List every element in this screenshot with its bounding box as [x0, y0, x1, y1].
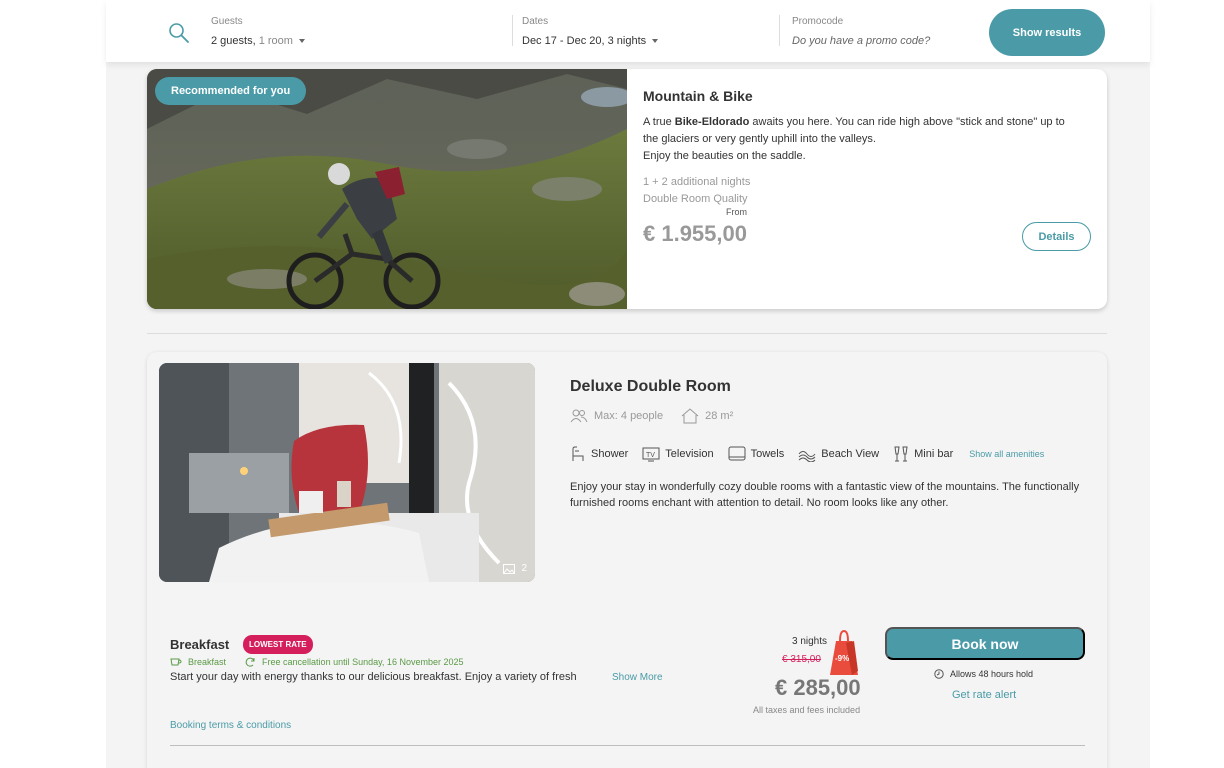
promo-label: Promocode	[792, 16, 844, 27]
search-bar: Guests 2 guests, 1 room Dates Dec 17 - D…	[106, 0, 1150, 62]
package-title: Mountain & Bike	[643, 88, 753, 104]
refresh-icon	[245, 657, 255, 667]
divider	[512, 15, 513, 46]
room-title: Deluxe Double Room	[570, 378, 731, 395]
hold-note: Allows 48 hours hold	[934, 669, 1033, 679]
search-icon[interactable]	[168, 22, 190, 44]
dates-field[interactable]: Dates Dec 17 - Dec 20, 3 nights	[522, 16, 659, 49]
room-image[interactable]: 2	[159, 363, 535, 582]
max-people: Max: 4 people	[570, 409, 663, 423]
package-room-quality: Double Room Quality	[643, 193, 748, 205]
rate-title: Breakfast	[170, 637, 230, 652]
price-from-label: From	[726, 207, 747, 217]
guests-value[interactable]: 2 guests, 1 room	[211, 35, 305, 47]
amenity-label: Towels	[750, 448, 785, 460]
desc-line2: Enjoy the beauties on the saddle.	[643, 150, 806, 162]
cup-icon	[170, 658, 182, 666]
room-stats: Max: 4 people 28 m²	[570, 408, 733, 424]
package-card: Recommended for you Mountain & Bike A tr…	[147, 69, 1107, 309]
section-divider	[147, 333, 1107, 334]
recommended-badge: Recommended for you	[155, 77, 307, 105]
book-now-button[interactable]: Book now	[885, 627, 1085, 660]
chevron-down-icon	[298, 39, 305, 44]
amenities-list: Shower TV Television Towels Beach View M…	[570, 446, 1044, 462]
rate-nights: 3 nights	[792, 636, 828, 647]
sale-tag-icon: -9%	[830, 629, 858, 675]
discount-label: -9%	[835, 654, 849, 663]
room-size: 28 m²	[681, 408, 733, 424]
amenity-towels: Towels	[728, 446, 785, 462]
package-meta: 1 + 2 additional nights Double Room Qual…	[643, 174, 750, 208]
amenity-label: Shower	[591, 448, 629, 460]
rate-price: € 285,00	[775, 675, 861, 700]
board-tag: Breakfast	[170, 657, 226, 667]
package-description: A true Bike-Eldorado awaits you here. Yo…	[643, 114, 1083, 165]
package-nights: 1 + 2 additional nights	[643, 176, 751, 188]
show-all-amenities-link[interactable]: Show all amenities	[969, 449, 1044, 459]
details-button[interactable]: Details	[1022, 222, 1091, 251]
hold-text: Allows 48 hours hold	[950, 669, 1034, 679]
towels-icon	[728, 446, 746, 461]
desc-prefix: A true	[643, 116, 675, 128]
old-price: € 315,00	[782, 654, 821, 665]
room-size-text: 28 m²	[705, 410, 734, 422]
house-icon	[681, 408, 699, 424]
gallery-count[interactable]: 2	[503, 563, 527, 574]
svg-text:TV: TV	[646, 452, 655, 459]
shower-icon	[572, 446, 584, 461]
people-icon	[570, 409, 588, 423]
guests-count: 2 guests,	[211, 35, 256, 47]
divider	[779, 15, 780, 46]
cancellation-tag-text: Free cancellation until Sunday, 16 Novem…	[262, 657, 464, 667]
guests-field[interactable]: Guests 2 guests, 1 room	[211, 16, 305, 49]
rate-description: Start your day with energy thanks to our…	[170, 671, 577, 683]
taxes-note: All taxes and fees included	[753, 705, 861, 715]
rooms-count: 1 room	[258, 35, 293, 47]
rate-divider	[170, 745, 1085, 746]
package-price: € 1.955,00	[643, 221, 747, 246]
amenity-mini-bar: Mini bar	[893, 446, 953, 462]
gallery-count-value: 2	[521, 563, 527, 574]
room-photo	[159, 363, 535, 582]
amenity-label: Television	[665, 448, 714, 460]
chevron-down-icon	[652, 39, 659, 44]
room-card: 2 Deluxe Double Room Max: 4 people 28 m²	[147, 352, 1107, 768]
cancellation-tag: Free cancellation until Sunday, 16 Novem…	[244, 656, 464, 668]
television-icon: TV	[642, 447, 660, 462]
promo-input[interactable]: Do you have a promo code?	[792, 35, 930, 47]
lowest-rate-badge: LOWEST RATE	[243, 635, 313, 654]
amenity-television: TV Television	[642, 446, 714, 462]
beach-view-icon	[798, 451, 816, 462]
mini-bar-icon	[894, 446, 908, 462]
show-results-button[interactable]: Show results	[989, 9, 1105, 56]
image-icon	[503, 563, 516, 574]
get-rate-alert-link[interactable]: Get rate alert	[952, 689, 1016, 701]
board-tag-text: Breakfast	[188, 657, 227, 667]
room-description: Enjoy your stay in wonderfully cozy doub…	[570, 481, 1080, 509]
dates-label: Dates	[522, 16, 549, 27]
max-people-text: Max: 4 people	[594, 410, 664, 422]
rate-tags: Breakfast Free cancellation until Sunday…	[170, 656, 464, 668]
booking-terms-link[interactable]: Booking terms & conditions	[170, 720, 291, 731]
amenity-beach-view: Beach View	[798, 446, 879, 462]
guests-label: Guests	[211, 16, 243, 27]
amenity-label: Beach View	[821, 448, 880, 460]
dates-text: Dec 17 - Dec 20, 3 nights	[522, 35, 647, 47]
clock-icon	[934, 669, 944, 679]
amenity-shower: Shower	[570, 446, 628, 462]
promo-field[interactable]: Promocode Do you have a promo code?	[792, 16, 930, 49]
package-image[interactable]	[147, 69, 627, 309]
amenity-label: Mini bar	[914, 448, 954, 460]
desc-highlight: Bike-Eldorado	[674, 116, 750, 128]
show-more-link[interactable]: Show More	[612, 672, 663, 683]
dates-value[interactable]: Dec 17 - Dec 20, 3 nights	[522, 35, 659, 47]
